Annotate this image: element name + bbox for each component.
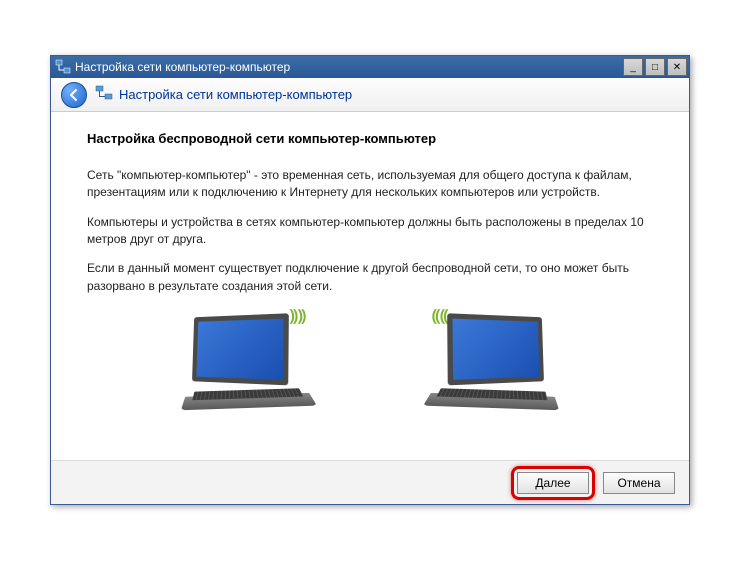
back-button[interactable] — [61, 82, 87, 108]
wifi-signal-icon: ⸨⸨ — [432, 305, 448, 328]
footer: Далее Отмена — [51, 460, 689, 504]
close-button[interactable]: ✕ — [667, 58, 687, 76]
window-title: Настройка сети компьютер-компьютер — [75, 60, 621, 74]
highlight-annotation: Далее — [511, 466, 595, 500]
minimize-button[interactable]: _ — [623, 58, 643, 76]
nav-header: Настройка сети компьютер-компьютер — [51, 78, 689, 112]
illustration: ⸩⸩ ⸨⸨ — [87, 307, 653, 427]
network-icon — [55, 59, 71, 75]
header-title-row: Настройка сети компьютер-компьютер — [95, 84, 352, 105]
wizard-window: Настройка сети компьютер-компьютер _ □ ✕… — [50, 55, 690, 505]
content-area: Настройка беспроводной сети компьютер-ко… — [51, 112, 689, 460]
header-title: Настройка сети компьютер-компьютер — [119, 87, 352, 102]
network-small-icon — [95, 84, 113, 105]
titlebar[interactable]: Настройка сети компьютер-компьютер _ □ ✕ — [51, 56, 689, 78]
laptop-left-icon: ⸩⸩ — [180, 307, 330, 427]
next-button[interactable]: Далее — [517, 472, 589, 494]
maximize-button[interactable]: □ — [645, 58, 665, 76]
paragraph-3: Если в данный момент существует подключе… — [87, 260, 653, 295]
paragraph-2: Компьютеры и устройства в сетях компьюте… — [87, 214, 653, 249]
laptop-right-icon: ⸨⸨ — [410, 307, 560, 427]
page-heading: Настройка беспроводной сети компьютер-ко… — [87, 130, 653, 149]
paragraph-1: Сеть "компьютер-компьютер" - это временн… — [87, 167, 653, 202]
wifi-signal-icon: ⸩⸩ — [290, 305, 306, 328]
cancel-button[interactable]: Отмена — [603, 472, 675, 494]
